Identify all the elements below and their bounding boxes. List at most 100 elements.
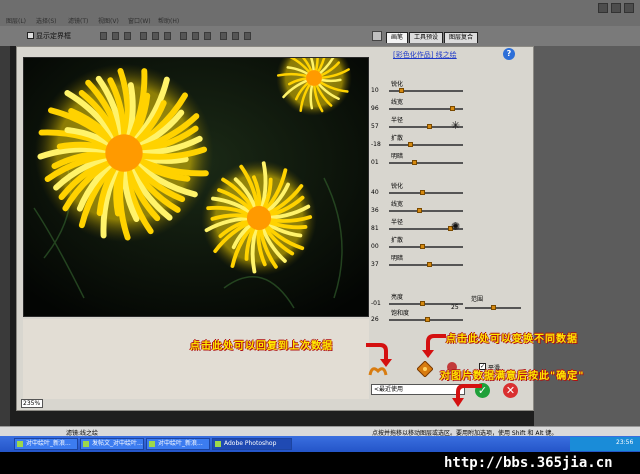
arrow-icon <box>422 334 446 358</box>
param-label: 扩散 <box>391 135 404 142</box>
align-left-icon[interactable] <box>140 32 147 40</box>
menu-view[interactable]: 视图(V) <box>98 16 119 25</box>
preview-background <box>23 319 369 399</box>
filter-dialog: 235% [彩色化作品] 线之绘 ? 锐化 10 线宽 96 半径 57 扩散 -18 明暗 01… <box>16 46 534 411</box>
maximize-icon[interactable] <box>611 3 621 13</box>
show-bounds-label: 显示定界框 <box>36 32 71 40</box>
param-value[interactable]: 40 <box>371 189 379 196</box>
palette-well-icon[interactable] <box>372 31 382 41</box>
flower-large <box>34 63 214 243</box>
menu-select[interactable]: 选择(S) <box>36 16 57 25</box>
param-value[interactable]: 37 <box>371 261 379 268</box>
param-slider-thumb[interactable] <box>420 244 426 249</box>
param-slider-thumb[interactable] <box>426 124 432 129</box>
param-label: 半径 <box>391 117 404 124</box>
param-label: 亮度 <box>391 294 404 301</box>
param-label: 锐化 <box>391 81 404 88</box>
options-bar: 显示定界框 <box>0 26 640 46</box>
randomize-button[interactable] <box>416 360 434 378</box>
taskbar-item-browser-2[interactable]: 发帖文_对中绘叶... <box>80 438 144 450</box>
flower-medium <box>201 160 317 276</box>
watermark-text: http://bbs.365jia.cn <box>444 455 613 471</box>
align-center-icon[interactable] <box>152 32 159 40</box>
align-right-icon[interactable] <box>164 32 171 40</box>
menu-layer[interactable]: 图层(L) <box>6 16 26 25</box>
param-value[interactable]: 36 <box>371 207 379 214</box>
toolbox <box>0 46 10 426</box>
range-label: 范围 <box>471 296 484 303</box>
taskbar-item-browser-3[interactable]: 对中绘叶_新浪... <box>146 438 210 450</box>
param-slider-thumb[interactable] <box>399 88 405 93</box>
range-value[interactable]: 25 <box>451 304 459 311</box>
param-label: 半径 <box>391 219 404 226</box>
menu-filter[interactable]: 滤镜(T) <box>68 16 88 25</box>
param-slider-thumb[interactable] <box>411 160 417 165</box>
param-slider-thumb[interactable] <box>424 317 430 322</box>
tab-layer-comps[interactable]: 图层复合 <box>444 32 479 43</box>
param-slider-thumb[interactable] <box>408 142 414 147</box>
param-slider-thumb[interactable] <box>416 208 422 213</box>
param-value[interactable]: -18 <box>371 141 381 148</box>
param-label: 扩散 <box>391 237 404 244</box>
distribute-right-icon[interactable] <box>244 32 251 40</box>
menu-window[interactable]: 窗口(W) <box>128 16 151 25</box>
param-label: 明暗 <box>391 255 404 262</box>
param-value[interactable]: 57 <box>371 123 379 130</box>
menu-help[interactable]: 帮助(H) <box>158 16 179 25</box>
tab-tool-presets[interactable]: 工具预设 <box>409 32 444 43</box>
param-slider-thumb[interactable] <box>420 190 426 195</box>
arrow-icon <box>366 343 392 367</box>
menu-bar: 图层(L) 选择(S) 滤镜(T) 视图(V) 窗口(W) 帮助(H) <box>0 0 640 26</box>
sun-icon: ✺ <box>451 220 461 233</box>
param-slider-track[interactable] <box>389 144 463 146</box>
param-slider-track[interactable] <box>389 192 463 194</box>
range-slider-thumb[interactable] <box>490 305 496 310</box>
distribute-middle-icon[interactable] <box>192 32 199 40</box>
filter-name-link[interactable]: [彩色化作品] 线之绘 <box>393 50 457 60</box>
param-label: 锐化 <box>391 183 404 190</box>
close-icon[interactable] <box>624 3 634 13</box>
param-label: 明暗 <box>391 153 404 160</box>
annotation-randomize: 点击此处可以变换不同数据 <box>446 334 578 345</box>
photoshop-window: 图层(L) 选择(S) 滤镜(T) 视图(V) 窗口(W) 帮助(H) 显示定界… <box>0 0 640 474</box>
annotation-ok: 对图片数据满意后按此"确定" <box>440 371 585 382</box>
cancel-button[interactable]: ✕ <box>503 383 518 398</box>
status-bar: 滤镜:线之绘 点按并拖移以移动图层或选区。要用附加选项，使用 Shift 和 A… <box>0 426 640 437</box>
param-slider-track[interactable] <box>389 210 463 212</box>
sparkle-icon: ✳ <box>451 119 461 132</box>
help-icon[interactable]: ? <box>503 48 515 60</box>
param-value[interactable]: 96 <box>371 105 379 112</box>
align-middle-icon[interactable] <box>112 32 119 40</box>
param-value[interactable]: -01 <box>371 300 381 307</box>
annotation-restore: 点击此处可以回复到上次数据 <box>190 341 333 352</box>
param-value[interactable]: 01 <box>371 159 379 166</box>
minimize-icon[interactable] <box>598 3 608 13</box>
param-slider-thumb[interactable] <box>426 262 432 267</box>
filter-preview[interactable] <box>23 57 369 317</box>
param-value[interactable]: 00 <box>371 243 379 250</box>
param-label: 饱和度 <box>391 310 410 317</box>
align-top-icon[interactable] <box>100 32 107 40</box>
param-slider-thumb[interactable] <box>449 106 455 111</box>
param-value[interactable]: 81 <box>371 225 379 232</box>
distribute-left-icon[interactable] <box>220 32 227 40</box>
distribute-bottom-icon[interactable] <box>204 32 211 40</box>
align-bottom-icon[interactable] <box>124 32 131 40</box>
zoom-level[interactable]: 235% <box>21 399 43 408</box>
distribute-center-icon[interactable] <box>232 32 239 40</box>
taskbar-item-photoshop[interactable]: Adobe Photoshop <box>212 438 292 450</box>
param-slider-thumb[interactable] <box>420 301 426 306</box>
show-bounds-checkbox[interactable] <box>27 32 34 39</box>
param-label: 线宽 <box>391 99 404 106</box>
tab-brushes[interactable]: 画笔 <box>386 32 409 43</box>
taskbar: 对中绘叶_新浪... 发帖文_对中绘叶... 对中绘叶_新浪... Adobe … <box>0 436 640 452</box>
param-slider-track[interactable] <box>389 162 463 164</box>
param-label: 线宽 <box>391 201 404 208</box>
palette-tabs: 画笔 工具预设 图层复合 <box>386 32 479 43</box>
taskbar-item-browser-1[interactable]: 对中绘叶_新浪... <box>14 438 78 450</box>
distribute-top-icon[interactable] <box>180 32 187 40</box>
param-slider-track[interactable] <box>389 246 463 248</box>
preview-image <box>24 58 368 316</box>
param-value[interactable]: 26 <box>371 316 379 323</box>
param-value[interactable]: 10 <box>371 87 379 94</box>
